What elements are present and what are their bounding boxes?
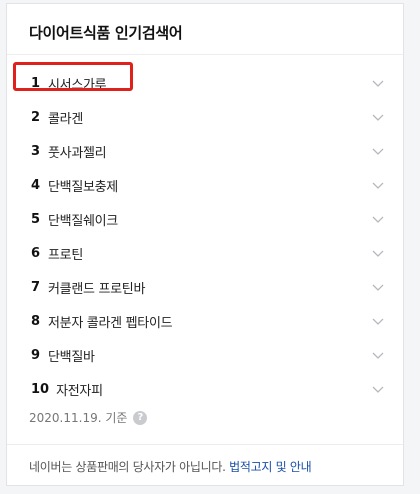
chevron-down-icon[interactable] xyxy=(371,178,385,192)
rank-number: 9 xyxy=(31,347,41,363)
search-term[interactable]: 자전자피 xyxy=(56,380,103,399)
chevron-down-icon[interactable] xyxy=(371,76,385,90)
list-item[interactable]: 6 프로틴 xyxy=(7,236,403,270)
title-divider xyxy=(7,54,403,55)
chevron-down-icon[interactable] xyxy=(371,144,385,158)
list-item[interactable]: 2 콜라겐 xyxy=(7,100,403,134)
footer-notice: 네이버는 상품판매의 당사자가 아닙니다. 법적고지 및 안내 xyxy=(29,458,312,475)
list-item[interactable]: 4 단백질보충제 xyxy=(7,168,403,202)
footer-and-text: 및 xyxy=(275,460,287,474)
rank-number: 5 xyxy=(31,211,41,227)
legal-notice-link[interactable]: 법적고지 xyxy=(229,460,272,474)
footer-text: 네이버는 상품판매의 당사자가 아닙니다. xyxy=(29,460,226,474)
reference-date: 2020.11.19. 기준 xyxy=(29,411,128,425)
chevron-down-icon[interactable] xyxy=(371,110,385,124)
ranking-list: 1 시서스가루 2 콜라겐 3 풋사과젤리 4 단백질보충제 5 단백질쉐이크 … xyxy=(7,66,403,406)
help-icon[interactable]: ? xyxy=(133,410,148,425)
list-item[interactable]: 9 단백질바 xyxy=(7,338,403,372)
search-term[interactable]: 단백질보충제 xyxy=(48,176,118,195)
chevron-down-icon[interactable] xyxy=(371,280,385,294)
highlight-box xyxy=(13,62,133,91)
list-item[interactable]: 10 자전자피 xyxy=(7,372,403,406)
search-term[interactable]: 저분자 콜라겐 펩타이드 xyxy=(48,312,173,331)
rank-number: 8 xyxy=(31,313,41,329)
search-term[interactable]: 콜라겐 xyxy=(48,108,83,127)
panel-title: 다이어트식품 인기검색어 xyxy=(29,24,183,42)
search-term[interactable]: 단백질쉐이크 xyxy=(48,210,118,229)
list-item[interactable]: 3 풋사과젤리 xyxy=(7,134,403,168)
rank-number: 10 xyxy=(31,381,50,397)
guide-link[interactable]: 안내 xyxy=(290,460,312,474)
list-item[interactable]: 8 저분자 콜라겐 펩타이드 xyxy=(7,304,403,338)
chevron-down-icon[interactable] xyxy=(371,246,385,260)
footer-divider xyxy=(7,444,403,445)
rank-number: 4 xyxy=(31,177,41,193)
rank-number: 3 xyxy=(31,143,41,159)
search-term[interactable]: 풋사과젤리 xyxy=(48,142,107,161)
list-item[interactable]: 5 단백질쉐이크 xyxy=(7,202,403,236)
chevron-down-icon[interactable] xyxy=(371,382,385,396)
date-row: 2020.11.19. 기준 ? xyxy=(29,409,148,426)
search-term[interactable]: 커클랜드 프로틴바 xyxy=(48,278,145,297)
chevron-down-icon[interactable] xyxy=(371,212,385,226)
search-term[interactable]: 프로틴 xyxy=(48,244,83,263)
chevron-down-icon[interactable] xyxy=(371,314,385,328)
list-item[interactable]: 7 커클랜드 프로틴바 xyxy=(7,270,403,304)
rank-number: 7 xyxy=(31,279,41,295)
chevron-down-icon[interactable] xyxy=(371,348,385,362)
rank-number: 2 xyxy=(31,109,41,125)
rank-number: 6 xyxy=(31,245,41,261)
search-term[interactable]: 단백질바 xyxy=(48,346,95,365)
